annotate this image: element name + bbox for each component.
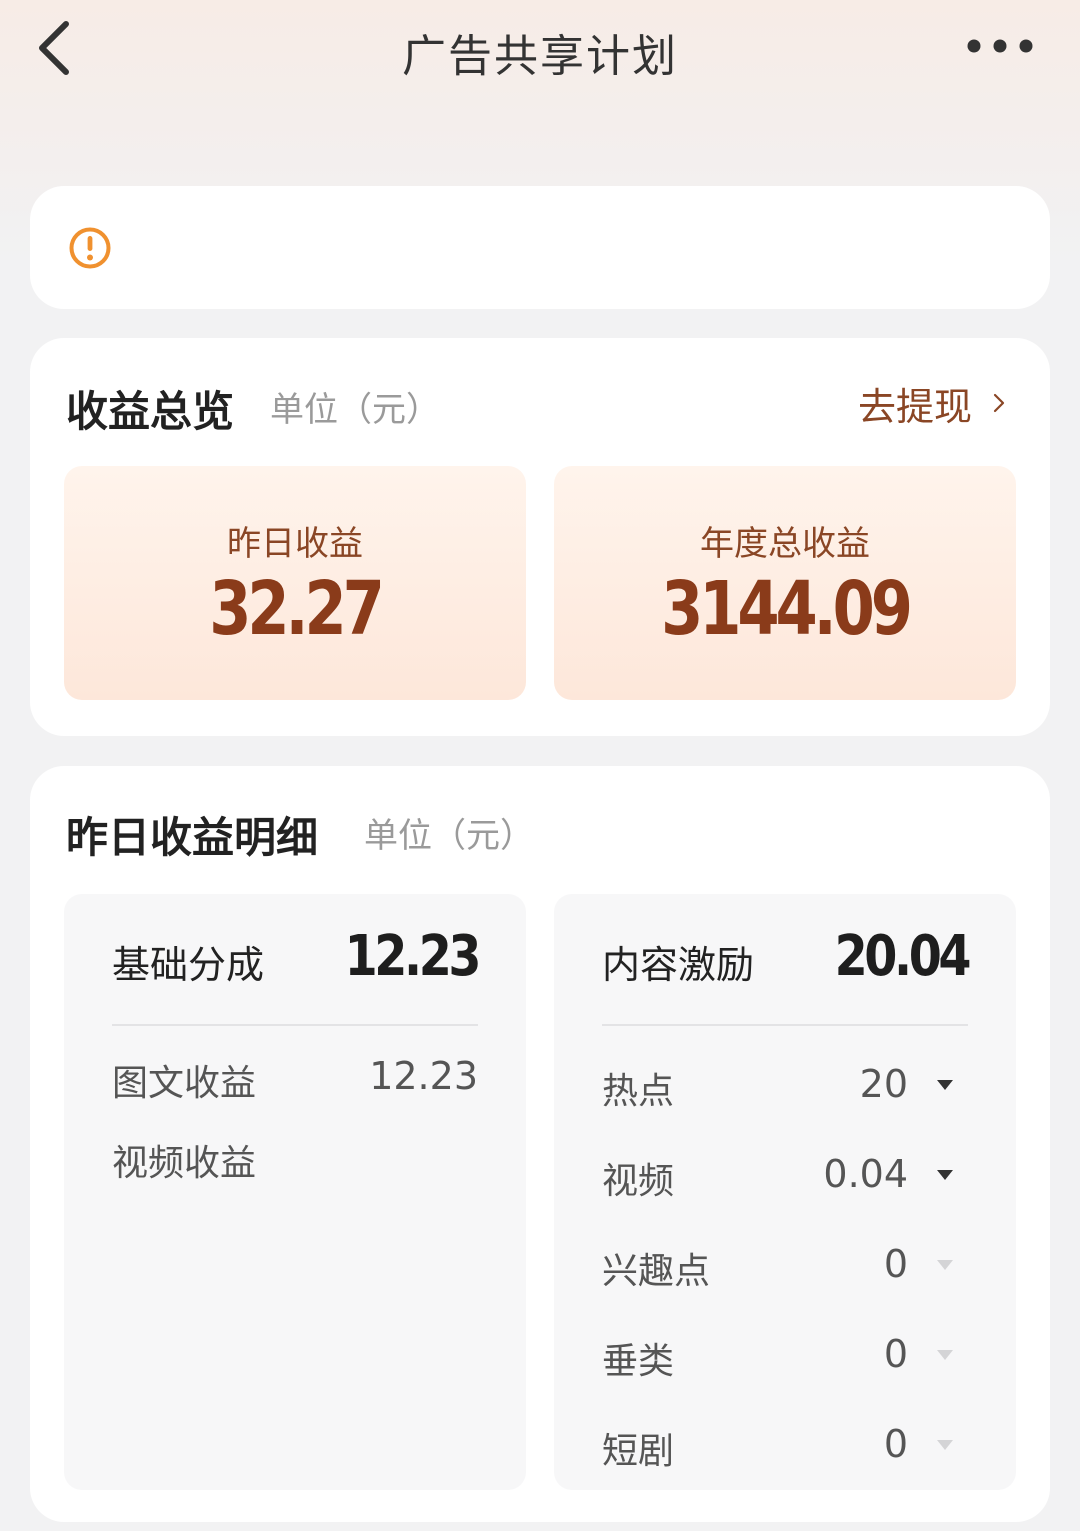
earnings-overview-card: 收益总览 单位（元） 去提现 昨日收益 32.27 年度总收益 3144.09 (30, 338, 1050, 736)
yesterday-detail-card: 昨日收益明细 单位（元） 基础分成 12.23 图文收益 12.23 视频收益 … (30, 766, 1050, 1522)
list-item[interactable]: 热点 20 (554, 1062, 1016, 1112)
yesterday-earnings-value: 32.27 (209, 566, 385, 652)
row-value: 0 (883, 1422, 908, 1466)
list-item[interactable]: 兴趣点 0 (554, 1242, 1016, 1292)
detail-unit: 单位（元） (364, 816, 534, 856)
chevron-left-icon (39, 21, 69, 75)
overview-unit: 单位（元） (270, 390, 440, 430)
row-label: 热点 (602, 1071, 675, 1112)
row-value: 0.04 (823, 1152, 908, 1196)
detail-title: 昨日收益明细 (66, 813, 319, 862)
withdraw-link[interactable]: 去提现 (858, 378, 1006, 429)
page-title: 广告共享计划 (402, 31, 678, 82)
row-label: 图文收益 (112, 1063, 257, 1104)
row-value: 0 (883, 1242, 908, 1286)
caret-down-icon[interactable] (936, 1436, 954, 1450)
row-value: 12.23 (369, 1054, 478, 1098)
row-label: 视频收益 (112, 1143, 257, 1184)
notice-banner[interactable] (30, 186, 1050, 309)
list-item[interactable]: 短剧 0 (554, 1422, 1016, 1472)
more-button[interactable] (962, 28, 1038, 64)
base-share-panel: 基础分成 12.23 图文收益 12.23 视频收益 (64, 894, 526, 1490)
list-item[interactable]: 视频 0.04 (554, 1152, 1016, 1202)
caret-down-icon[interactable] (936, 1076, 954, 1090)
annual-earnings-value: 3144.09 (661, 566, 913, 652)
base-share-total: 12.23 (344, 924, 481, 989)
list-item: 图文收益 12.23 (64, 1054, 526, 1104)
caret-down-icon[interactable] (936, 1166, 954, 1180)
yesterday-earnings-label: 昨日收益 (227, 524, 363, 564)
chevron-right-icon (993, 393, 1005, 413)
row-value: 0 (883, 1332, 908, 1376)
content-incentive-label: 内容激励 (602, 943, 755, 987)
row-label: 视频 (602, 1161, 675, 1202)
warning-circle-icon (69, 227, 111, 269)
list-item[interactable]: 垂类 0 (554, 1332, 1016, 1382)
divider (112, 1024, 478, 1026)
row-label: 短剧 (602, 1431, 675, 1472)
back-button[interactable] (30, 16, 80, 80)
withdraw-label: 去提现 (858, 384, 973, 429)
yesterday-earnings-tile[interactable]: 昨日收益 32.27 (64, 466, 526, 700)
caret-down-icon[interactable] (936, 1346, 954, 1360)
caret-down-icon[interactable] (936, 1256, 954, 1270)
divider (602, 1024, 968, 1026)
row-value: 20 (859, 1062, 908, 1106)
list-item: 视频收益 (64, 1134, 526, 1184)
row-label: 兴趣点 (602, 1251, 711, 1292)
overview-title: 收益总览 (66, 387, 235, 436)
content-incentive-total: 20.04 (834, 924, 971, 989)
annual-earnings-label: 年度总收益 (700, 524, 870, 564)
top-bar: 广告共享计划 (0, 0, 1080, 100)
annual-earnings-tile[interactable]: 年度总收益 3144.09 (554, 466, 1016, 700)
content-incentive-panel: 内容激励 20.04 热点 20 视频 0.04 兴趣点 0 垂类 0 短剧 0 (554, 894, 1016, 1490)
base-share-label: 基础分成 (112, 943, 265, 987)
more-dots-icon (967, 39, 1033, 53)
row-label: 垂类 (602, 1341, 675, 1382)
